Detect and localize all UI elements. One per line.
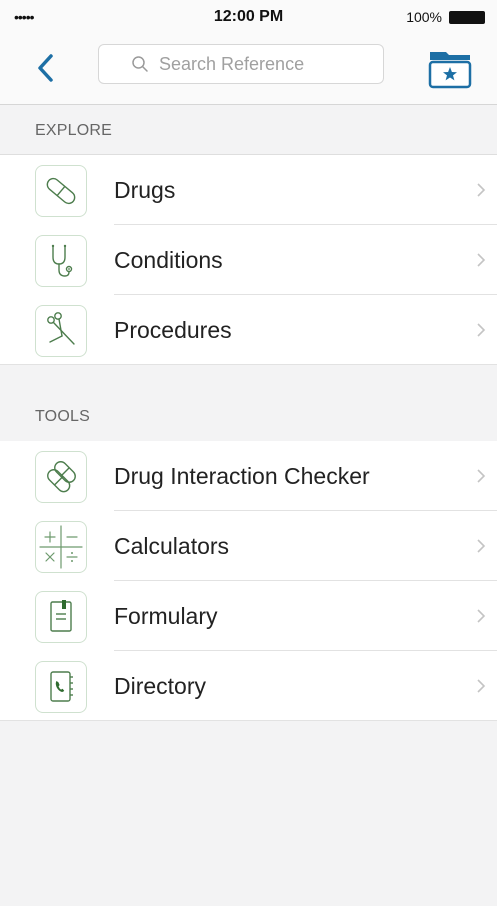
two-pills-icon	[35, 451, 87, 503]
divider	[0, 720, 497, 721]
list-item-drug-interaction-checker[interactable]: Drug Interaction Checker	[0, 441, 497, 511]
chevron-left-icon	[38, 54, 53, 82]
list-item-label: Directory	[114, 673, 207, 699]
scissors-icon	[35, 305, 87, 357]
list-item-label: Conditions	[114, 247, 223, 273]
empty-area	[0, 724, 497, 906]
list-item-conditions[interactable]: Conditions	[0, 225, 497, 295]
back-button[interactable]	[34, 51, 58, 85]
chevron-right-icon	[477, 609, 486, 623]
chevron-right-icon	[477, 469, 486, 483]
list-item-procedures[interactable]: Procedures	[0, 295, 497, 365]
search-icon	[132, 56, 148, 72]
tools-list: Drug Interaction Checker Calculators For…	[0, 441, 497, 721]
list-item-label: Formulary	[114, 603, 218, 629]
list-item-directory[interactable]: Directory	[0, 651, 497, 721]
chevron-right-icon	[477, 539, 486, 553]
list-item-label: Drugs	[114, 177, 176, 203]
pill-icon	[35, 165, 87, 217]
list-item-label: Procedures	[114, 317, 232, 343]
search-field[interactable]	[98, 44, 384, 84]
battery-icon	[449, 11, 485, 24]
calculator-icon	[35, 521, 87, 573]
stethoscope-icon	[35, 235, 87, 287]
chevron-right-icon	[477, 183, 486, 197]
divider	[0, 364, 497, 365]
battery-percentage: 100%	[406, 9, 442, 25]
list-item-calculators[interactable]: Calculators	[0, 511, 497, 581]
chevron-right-icon	[477, 253, 486, 267]
chevron-right-icon	[477, 679, 486, 693]
starred-folder-icon	[428, 52, 472, 89]
chevron-right-icon	[477, 323, 486, 337]
phone-book-icon	[35, 661, 87, 713]
search-input[interactable]	[157, 52, 351, 76]
list-item-formulary[interactable]: Formulary	[0, 581, 497, 651]
section-header-tools: TOOLS	[35, 408, 90, 425]
section-header-explore: EXPLORE	[0, 105, 497, 155]
explore-list: Drugs Conditions Procedures	[0, 155, 497, 365]
list-item-label: Drug Interaction Checker	[114, 463, 370, 489]
navigation-bar	[0, 36, 497, 105]
favorites-button[interactable]	[424, 44, 476, 90]
document-icon	[35, 591, 87, 643]
list-item-drugs[interactable]: Drugs	[0, 155, 497, 225]
status-bar: ••••• 12:00 PM 100%	[0, 0, 497, 36]
list-item-label: Calculators	[114, 533, 230, 559]
